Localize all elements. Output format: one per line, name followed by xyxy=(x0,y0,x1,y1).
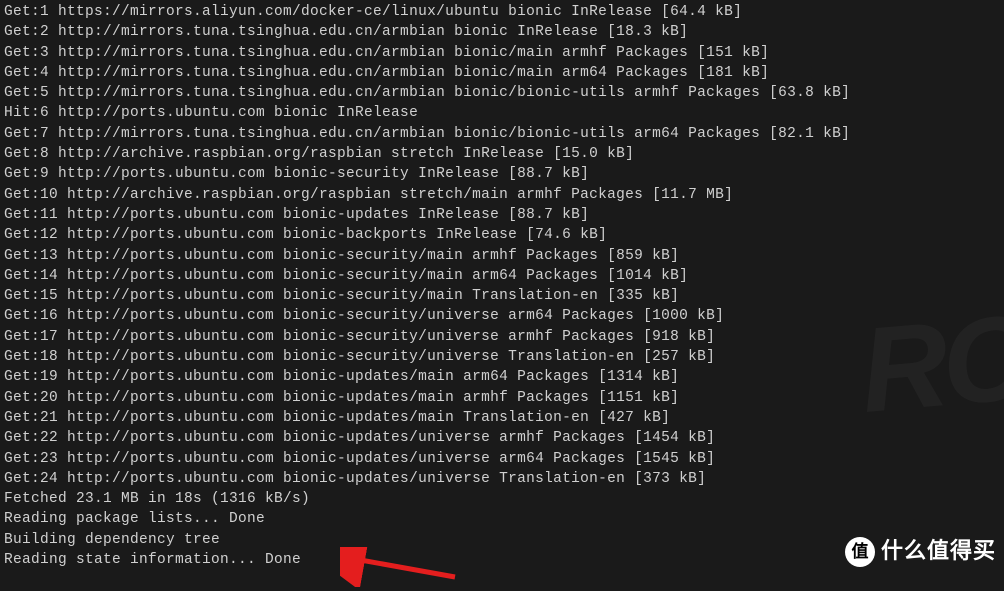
terminal-line: Get:4 http://mirrors.tuna.tsinghua.edu.c… xyxy=(4,63,1000,83)
terminal-line: Get:21 http://ports.ubuntu.com bionic-up… xyxy=(4,408,1000,428)
terminal-output: Get:1 https://mirrors.aliyun.com/docker-… xyxy=(4,2,1000,570)
terminal-line: Get:17 http://ports.ubuntu.com bionic-se… xyxy=(4,327,1000,347)
terminal-line: Get:13 http://ports.ubuntu.com bionic-se… xyxy=(4,246,1000,266)
terminal-line: Get:20 http://ports.ubuntu.com bionic-up… xyxy=(4,388,1000,408)
terminal-line: Get:24 http://ports.ubuntu.com bionic-up… xyxy=(4,469,1000,489)
terminal-line: Get:8 http://archive.raspbian.org/raspbi… xyxy=(4,144,1000,164)
terminal-line: Get:18 http://ports.ubuntu.com bionic-se… xyxy=(4,347,1000,367)
terminal-line: Get:15 http://ports.ubuntu.com bionic-se… xyxy=(4,286,1000,306)
terminal-line: Get:5 http://mirrors.tuna.tsinghua.edu.c… xyxy=(4,83,1000,103)
brand-watermark: 值 什么值得买 xyxy=(845,536,996,567)
terminal-line: Get:11 http://ports.ubuntu.com bionic-up… xyxy=(4,205,1000,225)
terminal-line: Get:3 http://mirrors.tuna.tsinghua.edu.c… xyxy=(4,43,1000,63)
terminal-line: Get:12 http://ports.ubuntu.com bionic-ba… xyxy=(4,225,1000,245)
terminal-line: Get:10 http://archive.raspbian.org/raspb… xyxy=(4,185,1000,205)
terminal-line: Reading package lists... Done xyxy=(4,509,1000,529)
terminal-line: Get:14 http://ports.ubuntu.com bionic-se… xyxy=(4,266,1000,286)
brand-badge-icon: 值 xyxy=(845,537,875,567)
terminal-line: Hit:6 http://ports.ubuntu.com bionic InR… xyxy=(4,103,1000,123)
terminal-line: Get:9 http://ports.ubuntu.com bionic-sec… xyxy=(4,164,1000,184)
terminal-line: Get:19 http://ports.ubuntu.com bionic-up… xyxy=(4,367,1000,387)
terminal-line: Fetched 23.1 MB in 18s (1316 kB/s) xyxy=(4,489,1000,509)
terminal-line: Get:7 http://mirrors.tuna.tsinghua.edu.c… xyxy=(4,124,1000,144)
brand-text: 什么值得买 xyxy=(881,536,996,567)
terminal-line: Get:16 http://ports.ubuntu.com bionic-se… xyxy=(4,306,1000,326)
terminal-line: Get:23 http://ports.ubuntu.com bionic-up… xyxy=(4,449,1000,469)
terminal-line: Get:1 https://mirrors.aliyun.com/docker-… xyxy=(4,2,1000,22)
terminal-line: Get:2 http://mirrors.tuna.tsinghua.edu.c… xyxy=(4,22,1000,42)
terminal-line: Get:22 http://ports.ubuntu.com bionic-up… xyxy=(4,428,1000,448)
